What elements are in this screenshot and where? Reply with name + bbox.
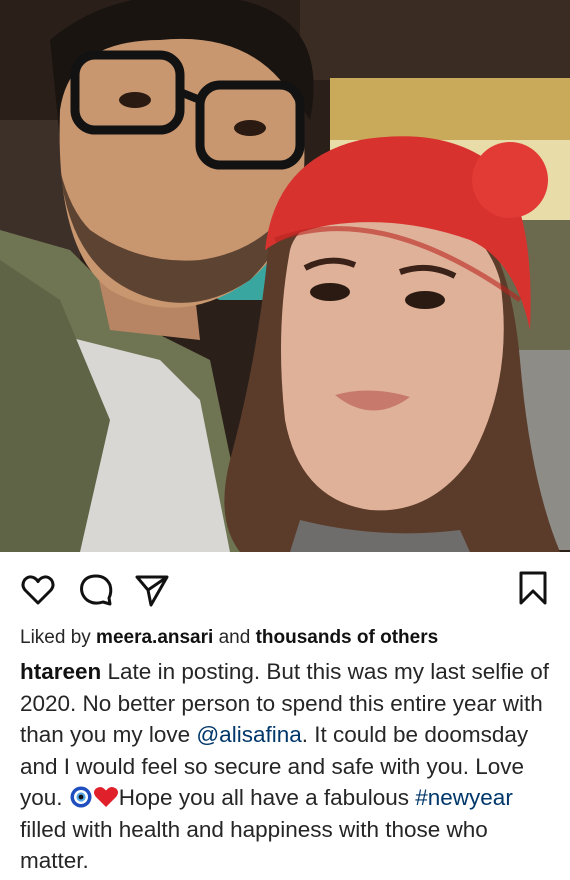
liked-by-prefix: Liked by [20, 627, 97, 648]
author-username-link[interactable]: htareen [20, 659, 101, 684]
hashtag-link[interactable]: #newyear [415, 785, 513, 810]
post-caption: htareen Late in posting. But this was my… [20, 656, 555, 877]
caption-text-4: filled with health and happiness with th… [20, 816, 488, 874]
comment-icon [80, 574, 113, 606]
save-button[interactable] [518, 570, 548, 606]
bookmark-icon [519, 571, 547, 605]
liked-by-line: Liked by meera.ansari and thousands of o… [20, 626, 560, 650]
liked-by-others-link[interactable]: thousands of others [256, 627, 439, 648]
post-action-bar [0, 552, 570, 622]
caption-text-3: Hope you all have a fabulous [118, 785, 416, 810]
like-button[interactable] [20, 572, 56, 608]
liked-by-middle: and [213, 627, 256, 648]
post-photo[interactable] [0, 0, 570, 552]
share-icon [135, 575, 169, 607]
comment-button[interactable] [78, 572, 114, 608]
selfie-illustration [0, 0, 570, 552]
liked-by-user-link[interactable]: meera.ansari [96, 627, 213, 648]
share-button[interactable] [134, 572, 170, 608]
red-heart-emoji-icon [93, 787, 118, 807]
heart-icon [21, 575, 55, 605]
mention-link[interactable]: @alisafina [196, 722, 301, 747]
nazar-amulet-emoji-icon [70, 786, 92, 808]
